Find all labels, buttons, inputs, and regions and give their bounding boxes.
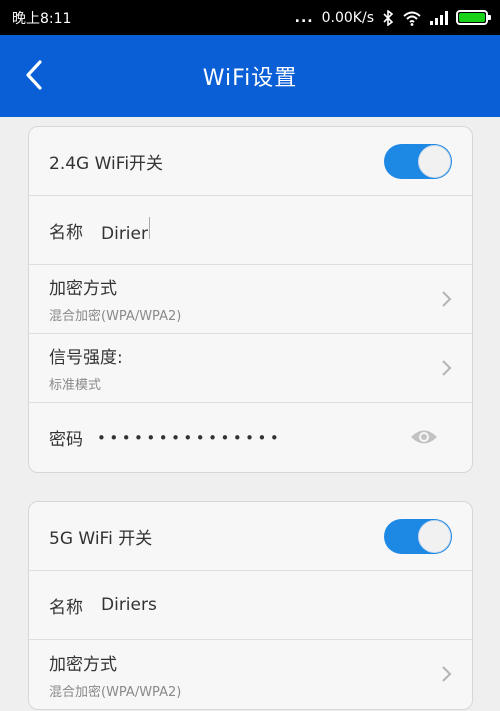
wifi-5g-toggle[interactable]: [384, 519, 452, 554]
toggle-knob: [418, 520, 451, 553]
toggle-knob: [418, 145, 451, 178]
wifi-24g-encryption-value: 混合加密(WPA/WPA2): [49, 309, 182, 324]
eye-icon[interactable]: [410, 428, 438, 446]
wifi-5g-card: 5G WiFi 开关 名称 Diriers 加密方式 混合加密(WPA/WPA2…: [28, 501, 473, 710]
network-speed: 0.00K/s: [321, 9, 374, 26]
wifi-icon: [403, 11, 421, 26]
battery-icon: [456, 10, 491, 25]
wifi-24g-name-label: 名称: [49, 222, 83, 243]
status-time: 晚上8:11: [12, 10, 72, 27]
chevron-right-icon: [442, 360, 452, 376]
wifi-24g-password-row: 密码 •••••••••••••••: [29, 403, 472, 472]
more-dots: ...: [294, 9, 314, 26]
wifi-5g-name-row[interactable]: 名称 Diriers: [29, 571, 472, 640]
wifi-24g-signal-row[interactable]: 信号强度: 标准模式: [29, 334, 472, 403]
settings-content: 2.4G WiFi开关 名称 Dirier 加密方式 混合加密(WPA/WPA2…: [0, 117, 500, 711]
wifi-24g-signal-value: 标准模式: [49, 378, 102, 393]
wifi-5g-name-input[interactable]: Diriers: [101, 595, 157, 615]
status-bar: 晚上8:11 ... 0.00K/s: [0, 0, 500, 35]
wifi-24g-switch-row: 2.4G WiFi开关: [29, 127, 472, 196]
chevron-right-icon: [442, 666, 452, 682]
wifi-5g-switch-row: 5G WiFi 开关: [29, 502, 472, 571]
wifi-5g-encryption-value: 混合加密(WPA/WPA2): [49, 684, 182, 700]
wifi-24g-signal-label: 信号强度:: [49, 348, 123, 368]
wifi-24g-card: 2.4G WiFi开关 名称 Dirier 加密方式 混合加密(WPA/WPA2…: [28, 126, 473, 473]
wifi-24g-name-row[interactable]: 名称 Dirier: [29, 196, 472, 265]
wifi-24g-name-input[interactable]: Dirier: [101, 216, 150, 244]
wifi-5g-encryption-label: 加密方式: [49, 654, 117, 675]
chevron-right-icon: [442, 291, 452, 307]
status-icons: ... 0.00K/s: [294, 9, 491, 26]
back-button[interactable]: [14, 55, 54, 95]
text-cursor: [148, 216, 150, 239]
wifi-24g-password-label: 密码: [49, 430, 83, 450]
page-title: WiFi设置: [202, 66, 298, 91]
wifi-24g-toggle[interactable]: [384, 144, 452, 179]
wifi-24g-switch-label: 2.4G WiFi开关: [49, 153, 164, 174]
wifi-5g-encryption-row[interactable]: 加密方式 混合加密(WPA/WPA2): [29, 640, 472, 709]
wifi-24g-encryption-row[interactable]: 加密方式 混合加密(WPA/WPA2): [29, 265, 472, 334]
cell-signal-icon: [430, 10, 448, 25]
back-arrow-icon: [26, 60, 42, 90]
wifi-24g-password-input[interactable]: •••••••••••••••: [97, 429, 282, 447]
wifi-24g-encryption-label: 加密方式: [49, 279, 117, 299]
wifi-5g-name-label: 名称: [49, 597, 83, 618]
bluetooth-icon: [383, 9, 394, 26]
app-bar: WiFi设置: [0, 35, 500, 117]
wifi-5g-switch-label: 5G WiFi 开关: [49, 528, 153, 549]
